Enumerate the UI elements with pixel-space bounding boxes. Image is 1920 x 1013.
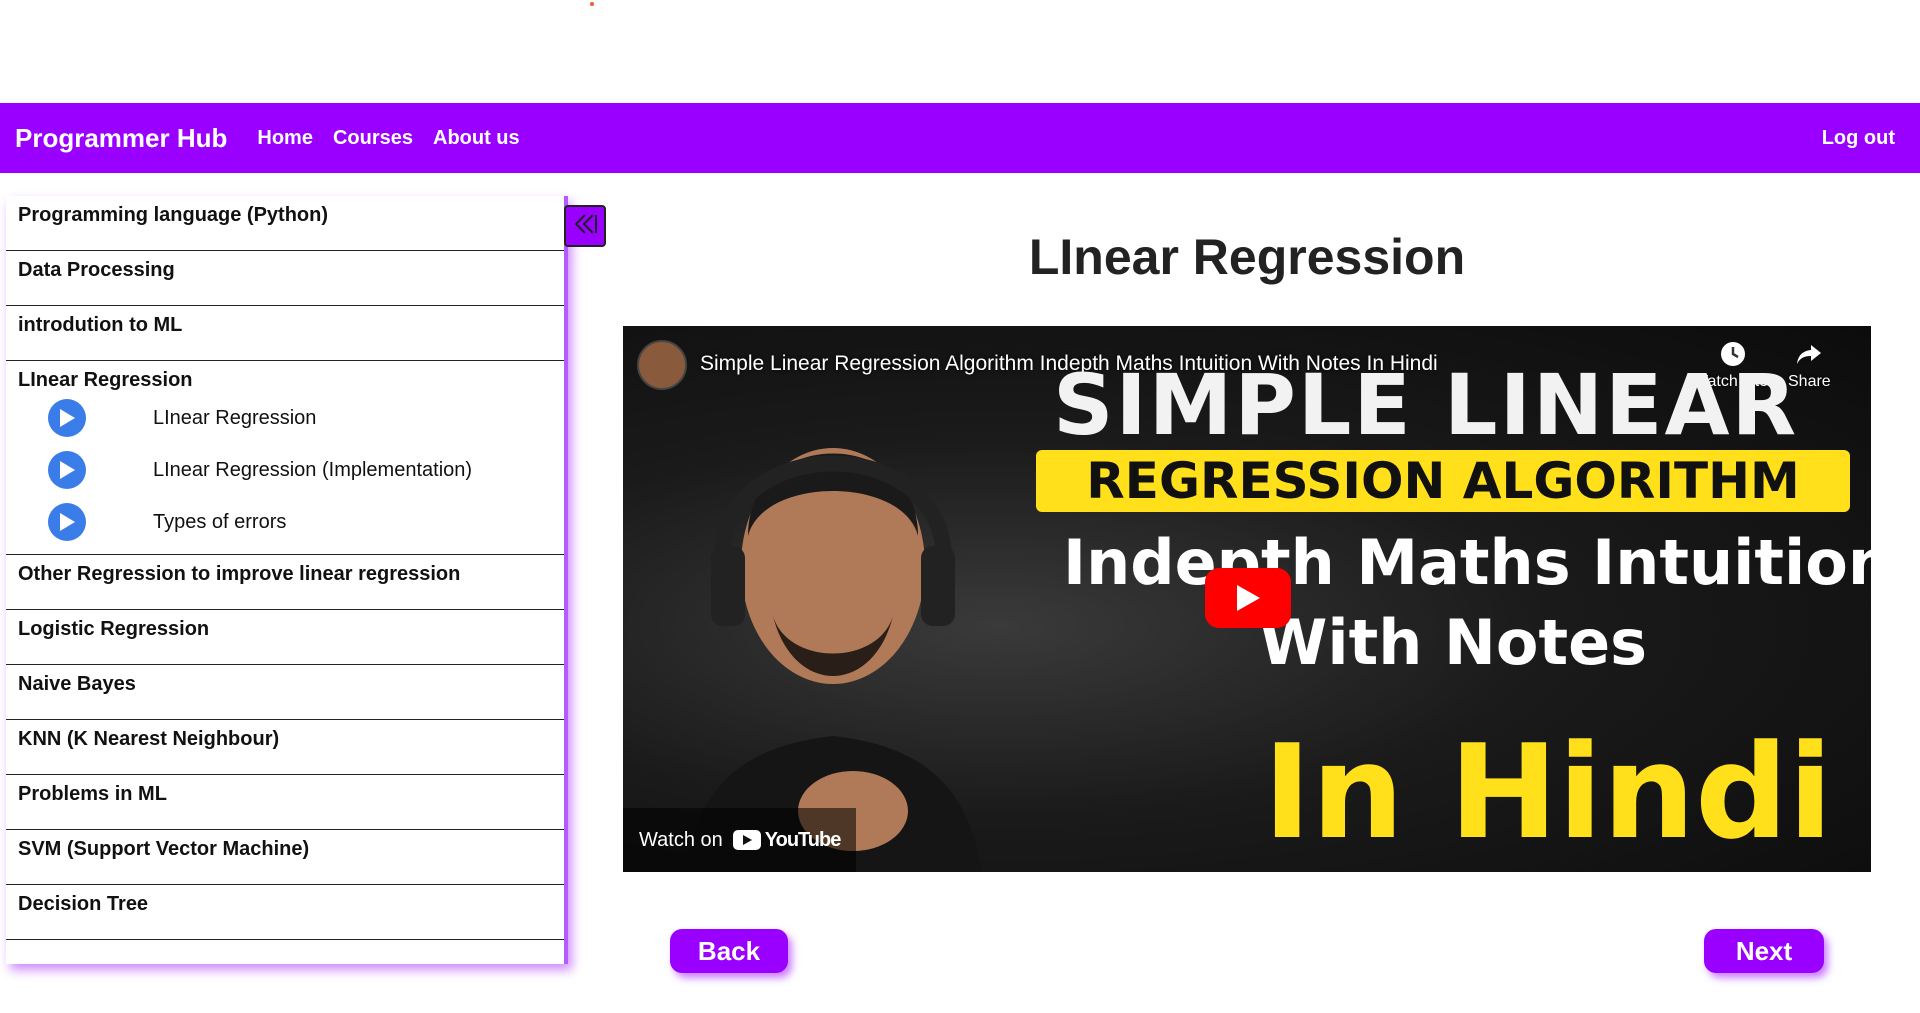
sidebar-section-title[interactable]: Naive Bayes [18, 673, 552, 696]
youtube-play-button[interactable] [1205, 568, 1291, 628]
sidebar-section[interactable]: Decision Tree [6, 885, 564, 940]
sidebar-section[interactable]: Other Regression to improve linear regre… [6, 555, 564, 610]
lesson-item[interactable]: LInear Regression [18, 392, 552, 444]
sidebar-section[interactable]: Logistic Regression [6, 610, 564, 665]
thumbnail-language: In Hindi [1263, 716, 1833, 868]
sidebar-section-title[interactable]: Problems in ML [18, 783, 552, 806]
next-button[interactable]: Next [1704, 929, 1824, 973]
watch-on-youtube-link[interactable]: Watch on YouTube [623, 808, 857, 872]
video-player[interactable]: Simple Linear Regression Algorithm Indep… [623, 326, 1871, 872]
play-icon [1237, 585, 1260, 611]
share-arrow-icon [1797, 345, 1822, 364]
sidebar-section[interactable]: introdution to ML [6, 306, 564, 361]
sidebar-collapse-button[interactable] [564, 205, 606, 247]
sidebar-section-title[interactable]: KNN (K Nearest Neighbour) [18, 728, 552, 751]
sidebar-section-expanded[interactable]: LInear Regression LInear Regression LIne… [6, 361, 564, 555]
youtube-wordmark: YouTube [764, 828, 842, 851]
lesson-label[interactable]: LInear Regression (Implementation) [153, 459, 472, 482]
sidebar-section[interactable]: Problems in ML [6, 775, 564, 830]
page-title: LInear Regression [1028, 229, 1466, 285]
thumbnail-subtitle-2: With Notes [1258, 606, 1648, 679]
sidebar-section[interactable]: Naive Bayes [6, 665, 564, 720]
sidebar-section[interactable]: Data Processing [6, 251, 564, 306]
thumbnail-subtitle: Indepth Maths Intuition [1063, 526, 1871, 599]
lesson-item[interactable]: Types of errors [18, 496, 552, 548]
play-circle-icon[interactable] [48, 399, 86, 437]
thumbnail-banner-text: REGRESSION ALGORITHM [1086, 452, 1800, 510]
watch-on-label: Watch on [639, 828, 723, 851]
sidebar-section[interactable]: KNN (K Nearest Neighbour) [6, 720, 564, 775]
lesson-label[interactable]: Types of errors [153, 511, 286, 534]
sidebar-section-title[interactable]: Other Regression to improve linear regre… [18, 563, 552, 586]
sidebar-section-title[interactable]: Programming language (Python) [18, 204, 552, 227]
sidebar-section-title[interactable]: introdution to ML [18, 314, 552, 337]
double-chevron-left-icon [571, 212, 599, 241]
back-button[interactable]: Back [670, 929, 788, 973]
nav-link-courses[interactable]: Courses [333, 127, 413, 150]
presenter-image [684, 448, 982, 872]
page: Programmer Hub Home Courses About us Log… [0, 0, 1920, 1013]
thumbnail-headline: SIMPLE LINEAR [1053, 356, 1799, 454]
thumbnail-banner: REGRESSION ALGORITHM [1036, 450, 1850, 512]
nav-link-home[interactable]: Home [257, 127, 313, 150]
sidebar-section-title[interactable]: SVM (Support Vector Machine) [18, 838, 552, 861]
course-sidebar: Programming language (Python) Data Proce… [6, 196, 568, 964]
nav-link-about-us[interactable]: About us [433, 127, 520, 150]
sidebar-section-title[interactable]: Data Processing [18, 259, 552, 282]
lesson-label[interactable]: LInear Regression [153, 407, 316, 430]
youtube-logo: YouTube [732, 828, 842, 852]
sidebar-section[interactable]: Programming language (Python) [6, 196, 564, 251]
play-circle-icon[interactable] [48, 451, 86, 489]
navbar: Programmer Hub Home Courses About us Log… [0, 103, 1920, 173]
play-circle-icon[interactable] [48, 503, 86, 541]
channel-avatar[interactable] [637, 340, 687, 390]
brand-logo[interactable]: Programmer Hub [15, 123, 227, 154]
logout-link[interactable]: Log out [1822, 127, 1895, 150]
sidebar-section-title[interactable]: LInear Regression [18, 369, 552, 392]
lesson-item[interactable]: LInear Regression (Implementation) [18, 444, 552, 496]
sidebar-section-title[interactable]: Decision Tree [18, 893, 552, 916]
sidebar-section-title[interactable]: Logistic Regression [18, 618, 552, 641]
decorative-dot [590, 2, 594, 6]
sidebar-section[interactable]: SVM (Support Vector Machine) [6, 830, 564, 885]
youtube-play-icon [732, 830, 761, 850]
